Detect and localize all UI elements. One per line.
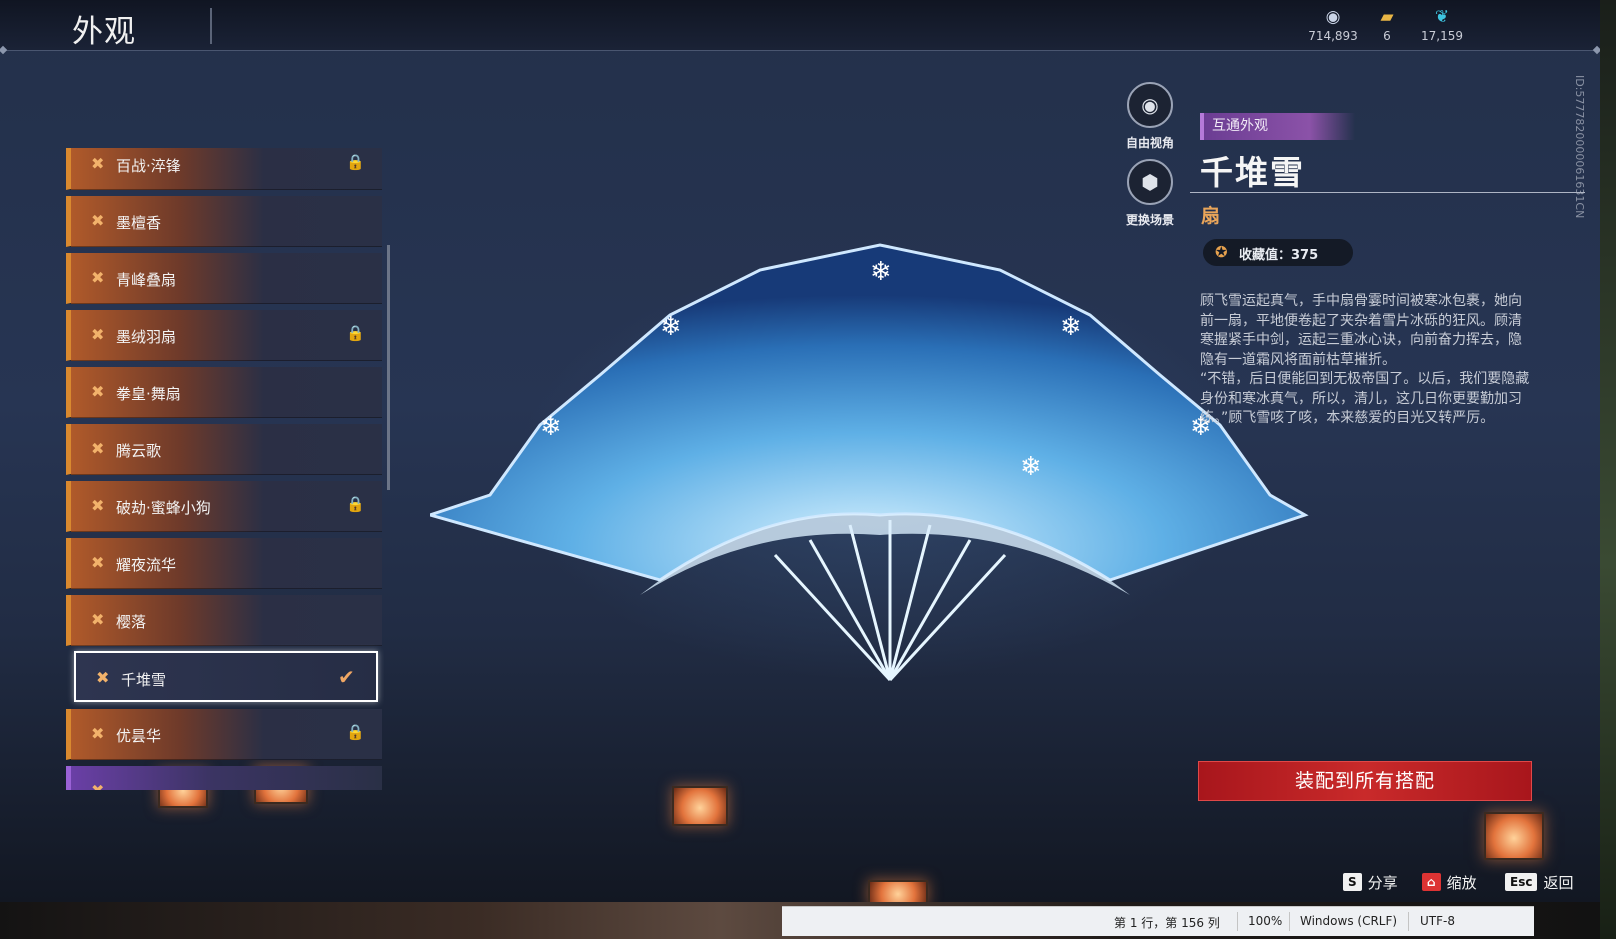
fan-glyph-icon: ✖ xyxy=(91,553,105,572)
lock-icon: 🔒 xyxy=(346,495,365,513)
back-label: 返回 xyxy=(1543,873,1574,892)
svg-text:❄: ❄ xyxy=(1020,452,1042,482)
zoom-label: 缩放 xyxy=(1446,873,1477,892)
fan-glyph-icon: ✖ xyxy=(91,439,105,458)
fan-glyph-icon: ✖ xyxy=(96,668,110,687)
fan-glyph-icon: ✖ xyxy=(91,211,105,230)
lock-icon: 🔒 xyxy=(346,153,365,171)
shared-appearance-tag: 互通外观 xyxy=(1200,113,1355,140)
list-item[interactable]: ✖ 破劫·蜜蜂小狗 🔒 xyxy=(66,481,382,532)
lock-icon: 🔒 xyxy=(346,723,365,741)
list-item-label: 千堆雪 xyxy=(121,671,167,689)
esc-key: Esc xyxy=(1505,873,1538,891)
list-item[interactable]: ✖ 青峰叠扇 xyxy=(66,253,382,304)
lantern-decoration xyxy=(868,880,928,902)
list-item-label: 耀夜流华 xyxy=(116,556,177,574)
status-separator xyxy=(1289,912,1290,931)
list-item[interactable]: ✖ 腾云歌 xyxy=(66,424,382,475)
mouse-icon: ⌂ xyxy=(1422,873,1441,891)
list-item-label: 优昙华 xyxy=(116,727,162,745)
editor-status-bar: 第 1 行，第 156 列 100% Windows (CRLF) UTF-8 xyxy=(782,906,1534,936)
currency-jade-value: 17,159 xyxy=(1421,29,1463,43)
share-label: 分享 xyxy=(1367,873,1398,892)
status-separator xyxy=(1408,912,1409,931)
game-viewport: ❄ ❄ ❄ ❄ ❄ ❄ 外观 ◉ 714,893 ▰ 6 ❦ 17,159 ID:577… xyxy=(0,0,1600,902)
fan-glyph-icon: ✖ xyxy=(91,724,105,743)
top-bar: 外观 ◉ 714,893 ▰ 6 ❦ 17,159 xyxy=(0,0,1600,50)
zoom-level: 100% xyxy=(1248,914,1283,928)
list-item-label: 拳皇·舞扇 xyxy=(116,385,181,403)
fan-glyph-icon: ✖ xyxy=(91,382,105,401)
check-icon: ✔ xyxy=(338,665,355,689)
top-divider xyxy=(0,50,1600,51)
list-item[interactable]: ✖ xyxy=(66,766,382,790)
fan-glyph-icon: ✖ xyxy=(91,325,105,344)
list-item-label: 樱落 xyxy=(116,613,147,631)
list-item-label: 青峰叠扇 xyxy=(116,271,177,289)
list-item[interactable]: ✖ 百战·淬锋 🔒 xyxy=(66,148,382,190)
collection-value: 收藏值：375 xyxy=(1239,248,1319,263)
collection-value-badge: ✪ 收藏值：375 xyxy=(1203,239,1353,266)
share-hint[interactable]: S 分享 xyxy=(1343,871,1398,893)
list-item[interactable]: ✖ 墨檀香 xyxy=(66,196,382,247)
fan-glyph-icon: ✖ xyxy=(91,496,105,515)
zoom-hint[interactable]: ⌂ 缩放 xyxy=(1422,871,1477,893)
list-item-label: 百战·淬锋 xyxy=(116,157,181,175)
title-divider xyxy=(210,8,212,44)
page-title: 外观 xyxy=(72,14,136,50)
free-view-label: 自由视角 xyxy=(1125,136,1174,150)
list-item-label: 墨檀香 xyxy=(116,214,162,232)
item-title: 千堆雪 xyxy=(1200,153,1305,192)
list-item[interactable]: ✖ 樱落 xyxy=(66,595,382,646)
change-scene-button[interactable]: ⬢ 更换场景 xyxy=(1110,159,1190,228)
svg-text:❄: ❄ xyxy=(870,257,892,287)
list-item-label: 破劫·蜜蜂小狗 xyxy=(116,499,211,517)
share-key: S xyxy=(1343,873,1362,891)
lantern-decoration xyxy=(672,786,728,826)
list-item-label: 腾云歌 xyxy=(116,442,162,460)
fan-glyph-icon: ✖ xyxy=(91,781,104,790)
fan-glyph-icon: ✖ xyxy=(91,268,105,287)
fan-glyph-icon: ✖ xyxy=(91,610,105,629)
jade-feather-icon: ❦ xyxy=(1434,7,1450,27)
free-view-button[interactable]: ◉ 自由视角 xyxy=(1110,82,1190,151)
item-description: 顾飞雪运起真气，手中扇骨霎时间被寒冰包裹，她向前一扇，平地便卷起了夹杂着雪片冰砾… xyxy=(1200,293,1530,426)
svg-text:❄: ❄ xyxy=(1060,312,1082,342)
svg-text:❄: ❄ xyxy=(660,312,682,342)
list-item-label: 墨绒羽扇 xyxy=(116,328,177,346)
line-ending: Windows (CRLF) xyxy=(1300,914,1398,928)
fan-glyph-icon: ✖ xyxy=(91,154,105,173)
back-hint[interactable]: Esc 返回 xyxy=(1505,871,1573,893)
list-item[interactable]: ✖ 拳皇·舞扇 xyxy=(66,367,382,418)
lock-icon: 🔒 xyxy=(346,324,365,342)
equip-all-button[interactable]: 装配到所有搭配 xyxy=(1198,761,1532,801)
lantern-decoration xyxy=(1484,812,1544,860)
list-item[interactable]: ✖ 耀夜流华 xyxy=(66,538,382,589)
collection-icon: ✪ xyxy=(1215,243,1228,261)
svg-text:❄: ❄ xyxy=(540,412,562,442)
cursor-position: 第 1 行，第 156 列 xyxy=(1114,916,1220,930)
change-scene-label: 更换场景 xyxy=(1125,213,1174,227)
divider-diamond xyxy=(1592,45,1600,55)
list-scrollbar[interactable] xyxy=(387,245,390,490)
status-separator xyxy=(1237,912,1238,931)
list-item[interactable]: ✖ 墨绒羽扇 🔒 xyxy=(66,310,382,361)
appearance-list[interactable]: ✖ 百战·淬锋 🔒 ✖ 墨檀香 ✖ 青峰叠扇 ✖ 墨绒羽扇 🔒 ✖ 拳皇·舞扇 … xyxy=(66,148,384,790)
item-category: 扇 xyxy=(1201,205,1221,227)
encoding: UTF-8 xyxy=(1420,914,1455,928)
currency-jade: ❦ 17,159 xyxy=(1407,8,1477,43)
background-window-edge xyxy=(1600,0,1616,939)
player-id: ID:5777820000061631CN xyxy=(1573,75,1586,219)
list-item[interactable]: ✖ 优昙华 🔒 xyxy=(66,709,382,760)
title-underline xyxy=(1190,192,1585,193)
camera-icon: ◉ xyxy=(1127,82,1173,128)
list-item-selected[interactable]: ✖ 千堆雪 ✔ xyxy=(74,651,378,702)
scene-cube-icon: ⬢ xyxy=(1127,159,1173,205)
